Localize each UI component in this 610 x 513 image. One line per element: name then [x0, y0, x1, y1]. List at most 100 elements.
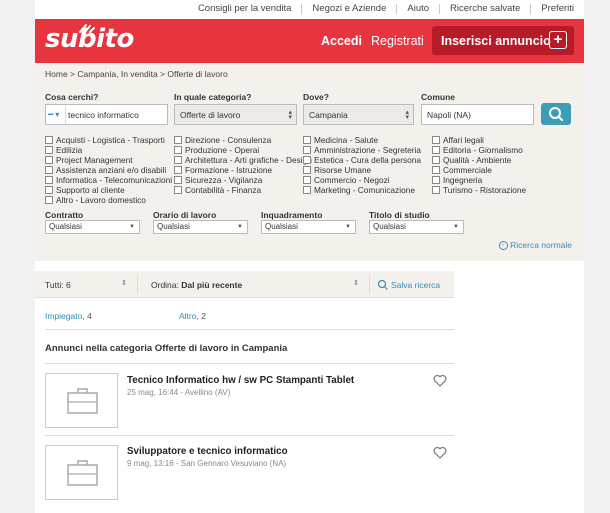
checkbox[interactable] — [174, 186, 182, 194]
login-link[interactable]: Accedi — [321, 34, 362, 48]
category-label: Contabilità - Finanza — [185, 185, 262, 195]
category-checkbox[interactable]: Edilizia — [45, 145, 82, 155]
category-checkbox[interactable]: Risorse Umane — [303, 165, 371, 175]
region-select[interactable]: Campania ▴ ▾ — [303, 104, 414, 125]
quick-filter-label: Impiegato — [45, 311, 83, 321]
top-link-favorites[interactable]: Preferiti — [530, 3, 584, 14]
breadcrumb[interactable]: Home > Campania, In vendita > Offerte di… — [45, 69, 228, 79]
category-checkbox[interactable]: Estetica - Cura della persona — [303, 155, 421, 165]
category-checkbox[interactable]: Qualità - Ambiente — [432, 155, 511, 165]
search-scope-dropdown-icon[interactable]: ━ ▾ — [46, 105, 66, 124]
checkbox[interactable] — [432, 176, 440, 184]
listing-title[interactable]: Tecnico Informatico hw / sw PC Stampanti… — [127, 375, 354, 386]
category-checkbox[interactable]: Direzione - Consulenza — [174, 135, 271, 145]
checkbox[interactable] — [432, 156, 440, 164]
post-ad-button[interactable]: Inserisci annuncio + — [432, 26, 574, 55]
category-label: In quale categoria? — [174, 92, 252, 102]
category-checkbox[interactable]: Informatica - Telecomunicazioni — [45, 175, 172, 185]
category-checkbox[interactable]: Commerciale — [432, 165, 492, 175]
checkbox[interactable] — [174, 136, 182, 144]
quick-filter-employee[interactable]: Impiegato, 4 — [45, 311, 92, 321]
top-link-help[interactable]: Aiuto — [396, 3, 439, 14]
heart-icon[interactable] — [433, 446, 447, 459]
category-checkbox[interactable]: Marketing - Comunicazione — [303, 185, 415, 195]
divider — [369, 275, 370, 294]
checkbox[interactable] — [303, 156, 311, 164]
checkbox[interactable] — [45, 146, 53, 154]
category-label: Edilizia — [56, 145, 83, 155]
keyword-input[interactable]: ━ ▾ tecnico informatico — [45, 104, 168, 125]
category-checkbox[interactable]: Formazione - Istruzione — [174, 165, 272, 175]
site-header: subito Accedi Registrati Inserisci annun… — [35, 19, 584, 63]
register-link[interactable]: Registrati — [371, 34, 424, 48]
checkbox[interactable] — [303, 146, 311, 154]
sort-select[interactable]: Ordina: Dal più recente — [151, 280, 242, 290]
normal-search-toggle[interactable]: - Ricerca normale — [498, 240, 572, 251]
comune-value: Napoli (NA) — [427, 109, 471, 120]
checkbox[interactable] — [45, 156, 53, 164]
checkbox[interactable] — [45, 186, 53, 194]
chevron-down-icon: ▼ — [453, 224, 459, 230]
checkbox[interactable] — [303, 136, 311, 144]
checkbox[interactable] — [174, 156, 182, 164]
comune-input[interactable]: Napoli (NA) — [421, 104, 534, 125]
listing-meta: 25 mag, 16:44 - Avellino (AV) — [127, 388, 231, 397]
category-checkbox[interactable]: Commercio - Negozi — [303, 175, 390, 185]
hours-select[interactable]: Qualsiasi ▼ — [153, 220, 248, 234]
heart-icon[interactable] — [433, 374, 447, 387]
checkbox[interactable] — [432, 166, 440, 174]
all-results-select[interactable]: Tutti: 6 — [45, 280, 71, 290]
listing-title[interactable]: Sviluppatore e tecnico informatico — [127, 446, 288, 457]
checkbox[interactable] — [303, 176, 311, 184]
where-label: Dove? — [303, 92, 329, 102]
checkbox[interactable] — [432, 136, 440, 144]
category-checkbox[interactable]: Produzione - Operai — [174, 145, 259, 155]
listing-image[interactable] — [45, 373, 118, 428]
category-label: Commercio - Negozi — [314, 175, 390, 185]
category-checkbox[interactable]: Amministrazione - Segreteria — [303, 145, 421, 155]
quick-filter-count: , 4 — [82, 311, 92, 321]
checkbox[interactable] — [45, 166, 53, 174]
category-select[interactable]: Offerte di lavoro ▴ ▾ — [174, 104, 297, 125]
category-checkbox[interactable]: Altro - Lavoro domestico — [45, 195, 146, 205]
category-checkbox[interactable]: Affari legali — [432, 135, 484, 145]
category-checkbox[interactable]: Contabilità - Finanza — [174, 185, 261, 195]
keyword-value: tecnico informatico — [68, 109, 139, 120]
level-select[interactable]: Qualsiasi ▼ — [261, 220, 356, 234]
category-checkbox[interactable]: Acquisti - Logistica - Trasporti — [45, 135, 165, 145]
search-button[interactable] — [541, 103, 571, 125]
top-link-saved-searches[interactable]: Ricerche salvate — [439, 3, 530, 14]
checkbox[interactable] — [174, 166, 182, 174]
checkbox[interactable] — [174, 176, 182, 184]
save-search-link[interactable]: Salva ricerca — [391, 280, 440, 290]
checkbox[interactable] — [303, 166, 311, 174]
plus-icon: + — [549, 31, 567, 49]
top-link-tips[interactable]: Consigli per la vendita — [188, 3, 301, 14]
education-value: Qualsiasi — [373, 222, 406, 231]
quick-filter-other[interactable]: Altro, 2 — [179, 311, 206, 321]
checkbox[interactable] — [45, 196, 53, 204]
category-checkbox[interactable]: Assistenza anziani e/o disabili — [45, 165, 166, 175]
top-link-shops[interactable]: Negozi e Aziende — [301, 3, 396, 14]
checkbox[interactable] — [303, 186, 311, 194]
category-checkbox[interactable]: Editoria - Giornalismo — [432, 145, 523, 155]
checkbox[interactable] — [174, 146, 182, 154]
education-select[interactable]: Qualsiasi ▼ — [369, 220, 464, 234]
contract-select[interactable]: Qualsiasi ▼ — [45, 220, 140, 234]
category-checkbox[interactable]: Sicurezza - Vigilanza — [174, 175, 262, 185]
checkbox[interactable] — [432, 146, 440, 154]
category-checkbox[interactable]: Ingegneria — [432, 175, 482, 185]
category-checkbox[interactable]: Medicina - Salute — [303, 135, 378, 145]
category-label: Informatica - Telecomunicazioni — [56, 175, 173, 185]
category-checkbox[interactable]: Supporto al cliente — [45, 185, 125, 195]
checkbox[interactable] — [45, 136, 53, 144]
checkbox[interactable] — [432, 186, 440, 194]
category-checkbox[interactable]: Architettura - Arti grafiche - Design — [174, 155, 312, 165]
category-label: Affari legali — [443, 135, 484, 145]
briefcase-icon — [67, 388, 98, 414]
checkbox[interactable] — [45, 176, 53, 184]
category-checkbox[interactable]: Project Management — [45, 155, 133, 165]
listing-image[interactable] — [45, 445, 118, 500]
category-checkbox[interactable]: Turismo - Ristorazione — [432, 185, 526, 195]
divider — [45, 363, 454, 364]
